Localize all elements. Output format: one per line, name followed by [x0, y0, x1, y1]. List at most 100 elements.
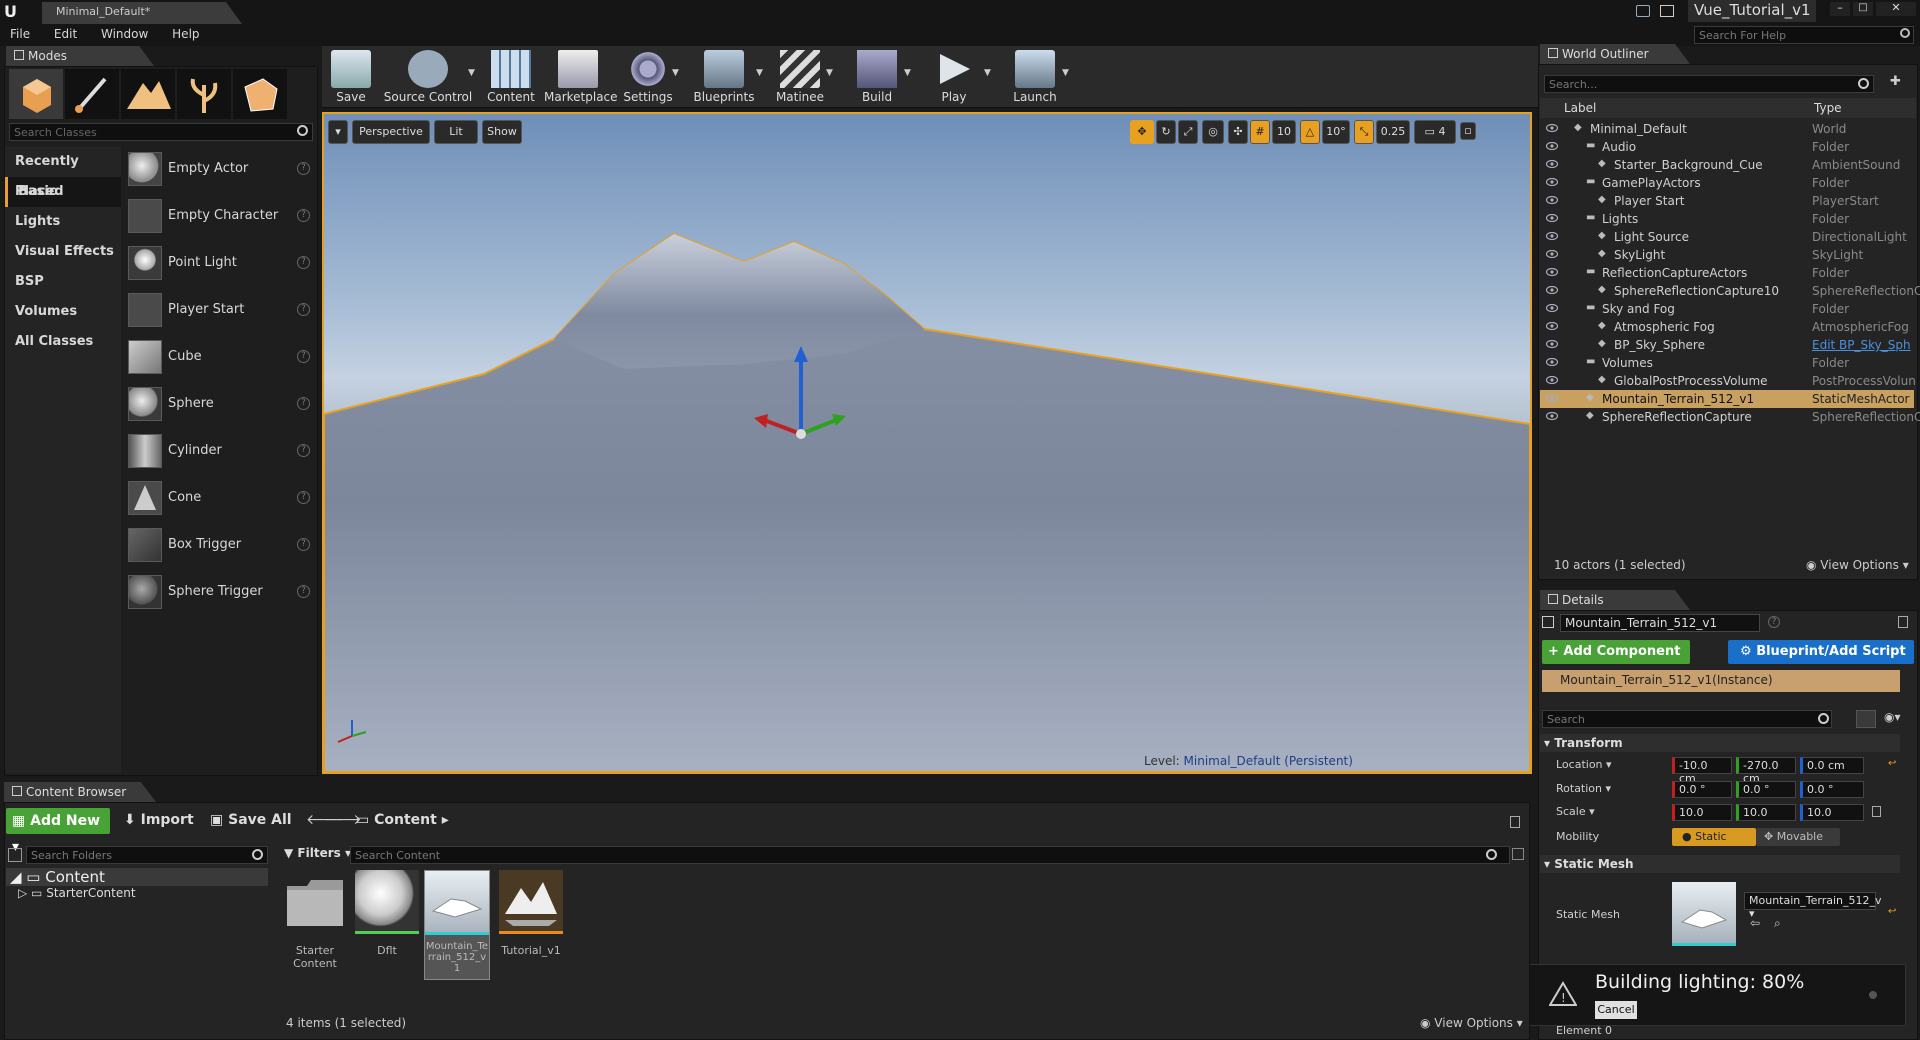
blueprint-add-script-button[interactable]: ⚙ Blueprint/Add Script	[1728, 640, 1914, 664]
eye-icon[interactable]	[1546, 267, 1558, 277]
build-dropdown-icon[interactable]: ▼	[904, 68, 911, 78]
eye-icon[interactable]	[1546, 195, 1558, 205]
menu-edit[interactable]: Edit	[44, 24, 87, 44]
category-all-classes[interactable]: All Classes	[5, 327, 121, 357]
property-matrix-icon[interactable]	[1856, 710, 1876, 728]
tab-modes[interactable]: Modes	[6, 46, 154, 66]
eye-icon[interactable]	[1546, 141, 1558, 151]
grid-snap-icon[interactable]: #	[1250, 120, 1270, 144]
location-y-field[interactable]: -270.0 cm	[1736, 757, 1796, 785]
blueprints-button[interactable]: Blueprints	[690, 46, 758, 106]
transform-header[interactable]: ▾ Transform	[1540, 734, 1900, 752]
lock-icon[interactable]	[1510, 816, 1520, 828]
use-selected-icon[interactable]: ⇦	[1750, 916, 1760, 930]
category-recently-placed[interactable]: Recently Placed	[5, 147, 121, 199]
category-volumes[interactable]: Volumes	[5, 297, 121, 327]
help-icon[interactable]: ?	[297, 256, 310, 269]
translate-mode-icon[interactable]: ✥	[1130, 120, 1154, 144]
help-icon[interactable]: ?	[297, 538, 310, 551]
menu-help[interactable]: Help	[162, 24, 209, 44]
tab-world-outliner[interactable]: World Outliner	[1540, 44, 1690, 64]
mobility-movable-button[interactable]: ✥ Movable	[1756, 828, 1840, 846]
eye-icon[interactable]	[1546, 321, 1558, 331]
marketplace-button[interactable]: Marketplace	[544, 46, 618, 106]
level-tab[interactable]: Minimal_Default*	[42, 2, 242, 24]
mobility-static-button[interactable]: ● Static	[1672, 828, 1756, 846]
scale-y-field[interactable]: 10.0	[1736, 804, 1796, 821]
place-item-cylinder[interactable]: Cylinder?	[126, 432, 312, 472]
eye-icon[interactable]	[1546, 303, 1558, 313]
column-type[interactable]: Type	[1814, 101, 1842, 115]
eye-icon[interactable]	[1546, 231, 1558, 241]
place-item-cone[interactable]: Cone?	[126, 479, 312, 519]
help-icon[interactable]: ?	[297, 303, 310, 316]
grid-snap-value[interactable]: 10	[1272, 120, 1296, 144]
perspective-button[interactable]: Perspective	[352, 120, 430, 144]
add-component-button[interactable]: + Add Component ▾	[1542, 640, 1690, 683]
static-mesh-thumbnail[interactable]	[1672, 882, 1736, 946]
close-button[interactable]: ✕	[1876, 2, 1916, 16]
outliner-row[interactable]: ◆ GlobalPostProcessVolume PostProcessVolun	[1540, 372, 1916, 390]
outliner-row[interactable]: ◆ Starter_Background_Cue AmbientSound	[1540, 156, 1914, 174]
rotation-y-field[interactable]: 0.0 °	[1736, 781, 1796, 798]
outliner-row[interactable]: ▬ Volumes Folder	[1540, 354, 1914, 372]
tree-item-content[interactable]: ◢ ▭ Content	[6, 868, 268, 886]
rotate-mode-icon[interactable]: ↻	[1156, 120, 1176, 144]
outliner-row[interactable]: ◆ Player Start PlayerStart	[1540, 192, 1914, 210]
location-z-field[interactable]: 0.0 cm	[1800, 757, 1864, 774]
settings-dropdown-icon[interactable]: ▼	[672, 68, 679, 78]
lighting-cancel-button[interactable]: Cancel	[1595, 1001, 1637, 1019]
tab-details[interactable]: Details	[1540, 590, 1690, 610]
surface-snap-icon[interactable]: ✣	[1228, 120, 1248, 144]
details-search-input[interactable]: Search	[1542, 710, 1832, 728]
filters-button[interactable]: ▼ Filters ▾	[284, 846, 351, 860]
save-button[interactable]: Save	[322, 46, 380, 106]
paint-mode-button[interactable]	[65, 69, 119, 119]
reset-icon[interactable]: ↩	[1888, 906, 1896, 917]
maximize-button[interactable]: □	[1853, 2, 1873, 16]
help-search-input[interactable]: Search For Help	[1694, 26, 1914, 44]
place-item-player-start[interactable]: Player Start?	[126, 291, 312, 331]
place-item-empty-actor[interactable]: Empty Actor?	[126, 150, 312, 190]
menu-window[interactable]: Window	[91, 24, 158, 44]
outliner-row[interactable]: ▬ GamePlayActors Folder	[1540, 174, 1914, 192]
tree-item-starter-content[interactable]: ▷ ▭ StarterContent	[6, 886, 268, 902]
scale-snap-icon[interactable]: ⤡	[1354, 120, 1374, 144]
help-icon[interactable]: ?	[297, 209, 310, 222]
rotation-label[interactable]: Rotation ▾	[1556, 782, 1611, 795]
content-button[interactable]: Content	[482, 46, 540, 106]
world-local-icon[interactable]: ◎	[1202, 120, 1224, 144]
eye-icon[interactable]	[1546, 375, 1558, 385]
column-label[interactable]: Label	[1564, 101, 1596, 115]
browse-icon[interactable]: ⌕	[1774, 916, 1781, 931]
settings-button[interactable]: Settings	[616, 46, 680, 106]
eye-icon[interactable]	[1546, 123, 1558, 133]
save-search-icon[interactable]	[1512, 848, 1524, 860]
rotation-z-field[interactable]: 0.0 °	[1800, 781, 1864, 798]
search-folders-input[interactable]: Search Folders	[26, 846, 268, 864]
help-icon[interactable]: ?	[297, 397, 310, 410]
eye-icon[interactable]	[1546, 285, 1558, 295]
location-label[interactable]: Location ▾	[1556, 758, 1612, 771]
place-item-point-light[interactable]: Point Light?	[126, 244, 312, 284]
save-all-button[interactable]: ▣ Save All	[210, 812, 292, 828]
static-mesh-picker[interactable]: Mountain_Terrain_512_v ▾	[1744, 892, 1882, 920]
actor-name-field[interactable]: Mountain_Terrain_512_v1	[1560, 614, 1760, 632]
eye-icon[interactable]	[1546, 177, 1558, 187]
help-icon[interactable]: ?	[297, 350, 310, 363]
source-control-dropdown-icon[interactable]: ▼	[468, 68, 475, 78]
asset-tutorial-v1[interactable]: Tutorial_v1	[498, 870, 564, 980]
show-button[interactable]: Show	[482, 120, 522, 144]
place-item-sphere[interactable]: Sphere?	[126, 385, 312, 425]
place-item-box-trigger[interactable]: Box Trigger?	[126, 526, 312, 566]
outliner-row[interactable]: ◆ Minimal_Default World	[1540, 120, 1914, 138]
minimize-button[interactable]: –	[1830, 2, 1850, 16]
help-icon[interactable]: ?	[297, 444, 310, 457]
blueprints-dropdown-icon[interactable]: ▼	[756, 68, 763, 78]
eye-icon[interactable]	[1546, 411, 1558, 421]
outliner-type[interactable]: Edit BP_Sky_Sph	[1812, 338, 1911, 352]
eye-icon[interactable]	[1546, 213, 1558, 223]
help-icon[interactable]: ?	[297, 491, 310, 504]
camera-speed-icon[interactable]: ▭ 4	[1414, 120, 1456, 144]
tab-content-browser[interactable]: Content Browser	[4, 782, 156, 802]
